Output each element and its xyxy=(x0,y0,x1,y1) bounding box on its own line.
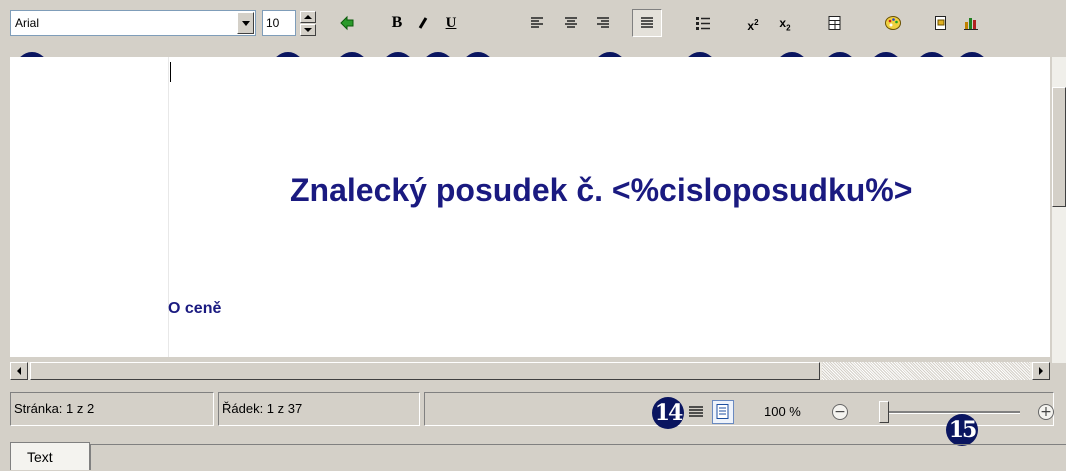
arrow-right-icon xyxy=(1039,367,1043,375)
chevron-down-icon[interactable] xyxy=(237,12,254,34)
table-icon xyxy=(828,16,841,30)
chart-icon xyxy=(964,18,978,30)
document-title: Znalecký posudek č. <%cisloposudku%> xyxy=(290,172,913,208)
arrow-left-icon xyxy=(17,367,21,375)
subscript-button[interactable]: x2 xyxy=(774,12,796,34)
vertical-scrollbar[interactable] xyxy=(1052,57,1066,363)
marker-14: 14 xyxy=(652,397,684,429)
scroll-left-button[interactable] xyxy=(10,362,28,380)
align-center-button[interactable] xyxy=(560,12,582,34)
font-family-select[interactable]: Arial xyxy=(10,10,256,36)
justify-icon xyxy=(641,17,653,28)
marker-15: 15 xyxy=(946,414,978,446)
align-left-button[interactable] xyxy=(526,12,548,34)
font-family-value: Arial xyxy=(15,16,40,30)
font-size-down-button[interactable] xyxy=(300,24,316,36)
horizontal-scroll-thumb[interactable] xyxy=(30,362,820,380)
page-view-button[interactable] xyxy=(712,400,734,424)
tab-strip xyxy=(90,444,1066,470)
align-left-icon xyxy=(531,17,543,28)
normal-view-button[interactable] xyxy=(688,404,704,420)
status-page: Stránka: 1 z 2 xyxy=(10,392,214,426)
zoom-slider-track[interactable] xyxy=(880,411,1020,414)
chart-button[interactable] xyxy=(960,12,982,34)
text-cursor xyxy=(170,62,171,82)
italic-icon xyxy=(418,17,428,29)
document-subheading: O ceně xyxy=(168,300,222,317)
page-view-icon xyxy=(716,404,729,419)
font-size-value: 10 xyxy=(266,16,280,30)
bold-button[interactable]: B xyxy=(386,12,408,34)
font-size-up-button[interactable] xyxy=(300,11,316,23)
tab-text[interactable]: Text xyxy=(10,442,90,470)
status-line: Řádek: 1 z 37 xyxy=(218,392,420,426)
italic-button[interactable] xyxy=(412,12,434,34)
underline-icon: U xyxy=(445,15,457,31)
lines-view-icon xyxy=(689,406,703,417)
vertical-scroll-thumb[interactable] xyxy=(1052,87,1066,207)
zoom-slider-thumb[interactable] xyxy=(879,401,890,423)
font-size-input[interactable]: 10 xyxy=(262,10,296,36)
superscript-button[interactable]: x2 xyxy=(742,12,764,34)
palette-icon xyxy=(885,16,901,30)
zoom-value: 100 % xyxy=(764,404,801,419)
scroll-track[interactable] xyxy=(822,362,1030,380)
underline-button[interactable]: U xyxy=(440,12,462,34)
insert-field-icon xyxy=(935,16,946,30)
zoom-in-button[interactable]: + xyxy=(1038,404,1054,420)
scroll-right-button[interactable] xyxy=(1032,362,1050,380)
palette-button[interactable] xyxy=(882,12,904,34)
superscript-icon: x2 xyxy=(747,18,759,33)
zoom-out-button[interactable]: − xyxy=(832,404,848,420)
align-center-icon xyxy=(565,17,577,28)
bullet-list-icon xyxy=(696,17,710,30)
bullet-list-button[interactable] xyxy=(692,12,714,34)
align-right-icon xyxy=(597,17,609,28)
align-right-button[interactable] xyxy=(592,12,614,34)
undo-button[interactable] xyxy=(336,12,358,34)
bold-icon: B xyxy=(391,14,403,31)
table-button[interactable] xyxy=(824,12,846,34)
undo-arrow-icon xyxy=(340,15,354,31)
insert-field-button[interactable] xyxy=(930,12,952,34)
subscript-icon: x2 xyxy=(779,16,791,33)
justify-button[interactable] xyxy=(632,9,662,37)
horizontal-scrollbar[interactable] xyxy=(10,362,1050,380)
